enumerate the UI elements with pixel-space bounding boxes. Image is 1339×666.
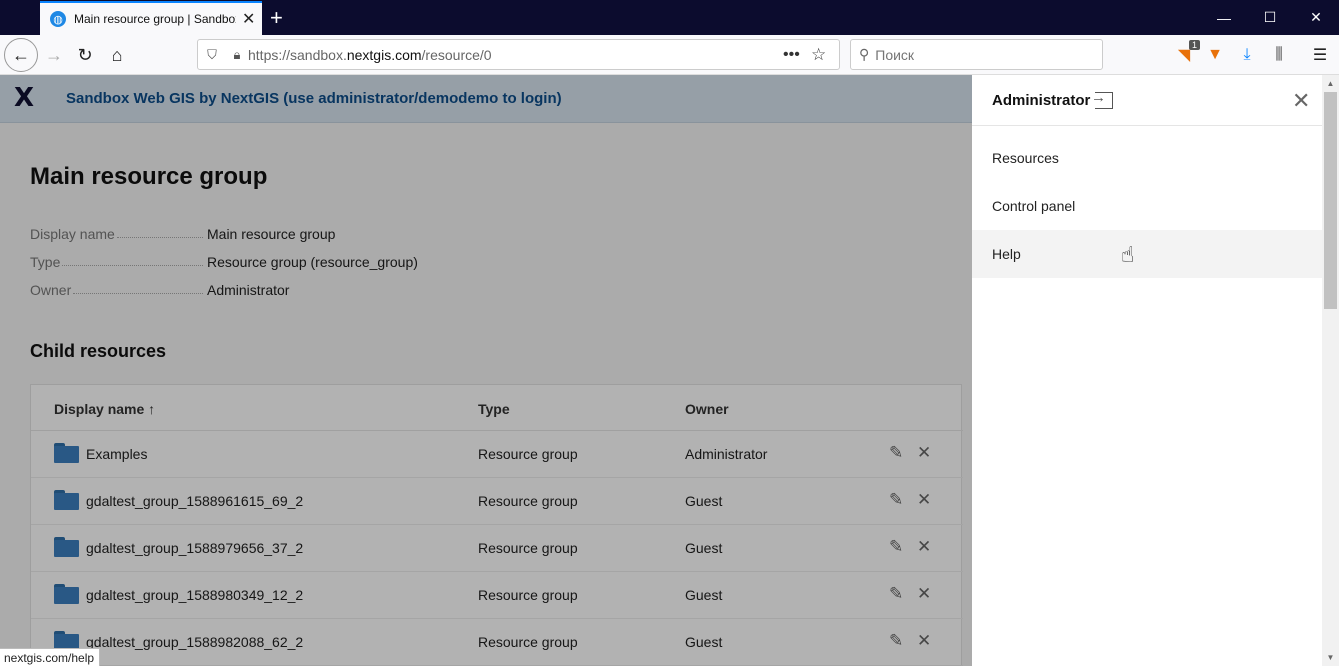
download-icon[interactable]: ⤓: [1235, 43, 1259, 67]
menu-item-help[interactable]: Help: [972, 230, 1322, 278]
page-scrollbar[interactable]: ▲ ▼: [1322, 75, 1339, 666]
forward-icon[interactable]: →: [42, 43, 66, 67]
drawer-header: Administrator ✕: [972, 75, 1322, 126]
extension-badge: 1: [1188, 40, 1200, 50]
browser-navbar: ← → ↻ ⌂ ⛉ 🔒︎ https://sandbox.nextgis.com…: [0, 35, 1339, 75]
menu-icon[interactable]: ☰: [1308, 43, 1332, 67]
url-path: /resource/0: [421, 46, 492, 63]
window-controls: — ☐ ✕: [1201, 0, 1339, 35]
drawer-username: Administrator: [992, 92, 1091, 109]
globe-icon: ◍: [50, 11, 66, 27]
search-input[interactable]: [875, 46, 1086, 63]
hand-cursor-icon: ☝: [1121, 242, 1135, 267]
url-prefix: https://sandbox.: [248, 46, 347, 63]
browser-tab[interactable]: ◍ Main resource group | Sandbox ✕: [40, 1, 262, 35]
menu-item-control-panel[interactable]: Control panel: [972, 182, 1322, 230]
user-menu-drawer: Administrator ✕ Resources Control panel …: [972, 75, 1339, 666]
new-tab-button[interactable]: +: [270, 5, 283, 31]
minimize-icon[interactable]: —: [1201, 0, 1247, 35]
search-icon: ⚲: [859, 46, 870, 62]
rss-extension-icon[interactable]: ◥ 1: [1172, 40, 1200, 67]
tab-title: Main resource group | Sandbox: [74, 12, 236, 26]
bookmark-star-icon[interactable]: ☆: [811, 45, 839, 65]
logout-icon[interactable]: [1091, 89, 1113, 109]
library-icon[interactable]: ⫼: [1267, 43, 1291, 67]
scroll-down-icon[interactable]: ▼: [1322, 649, 1339, 666]
close-icon[interactable]: ✕: [1292, 88, 1310, 114]
tab-close-icon[interactable]: ✕: [242, 9, 255, 29]
back-button[interactable]: ←: [4, 38, 38, 72]
search-bar[interactable]: ⚲: [850, 39, 1103, 70]
status-bar-url: nextgis.com/help: [0, 648, 101, 666]
v-extension-icon[interactable]: ▼: [1203, 43, 1227, 67]
lock-icon[interactable]: 🔒︎: [226, 47, 248, 63]
scroll-thumb[interactable]: [1324, 92, 1337, 309]
maximize-icon[interactable]: ☐: [1247, 0, 1293, 35]
shield-icon[interactable]: ⛉: [198, 47, 226, 63]
address-bar[interactable]: ⛉ 🔒︎ https://sandbox.nextgis.com/resourc…: [197, 39, 840, 70]
menu-item-resources[interactable]: Resources: [972, 134, 1322, 182]
page-actions-icon[interactable]: •••: [783, 46, 811, 64]
scroll-up-icon[interactable]: ▲: [1322, 75, 1339, 92]
home-icon[interactable]: ⌂: [105, 43, 129, 67]
url-text[interactable]: https://sandbox.nextgis.com/resource/0: [248, 47, 783, 63]
arrow-left-icon: ←: [12, 44, 30, 65]
reload-icon[interactable]: ↻: [73, 43, 97, 67]
url-domain: nextgis.com: [346, 46, 422, 63]
close-window-icon[interactable]: ✕: [1293, 0, 1339, 35]
modal-backdrop[interactable]: [0, 75, 972, 666]
browser-tabstrip: ◍ Main resource group | Sandbox ✕ + — ☐ …: [0, 0, 1339, 35]
